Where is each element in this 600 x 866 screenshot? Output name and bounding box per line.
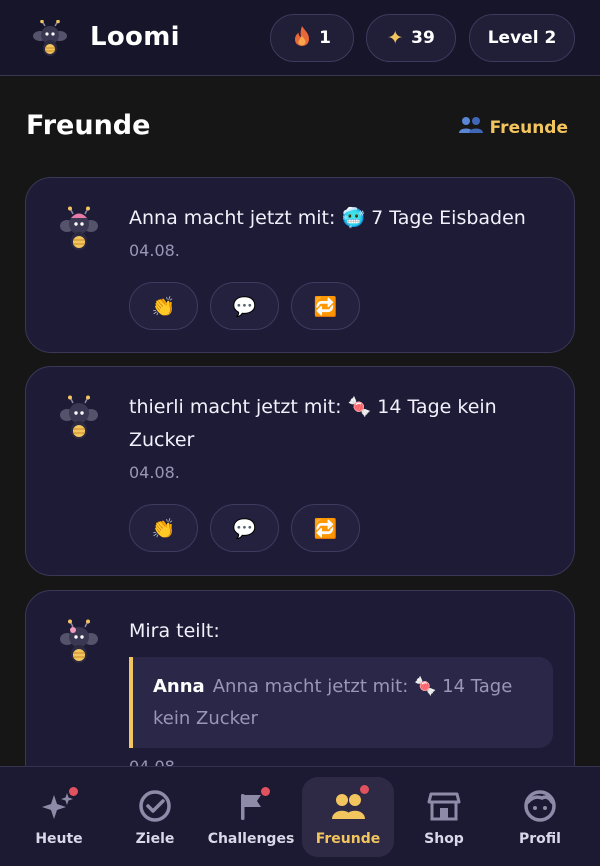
nav-item-ziele[interactable]: Ziele: [109, 777, 201, 857]
sparkle-icon: ✦: [387, 26, 404, 49]
sparkles-icon: [41, 787, 78, 823]
top-bar: Loomi 1 ✦ 39 Level 2: [0, 0, 600, 76]
friends-link-label: Freunde: [489, 117, 568, 138]
shared-quote[interactable]: Anna Anna macht jetzt mit: 🍬 14 Tage kein…: [129, 657, 553, 748]
level-label: Level 2: [487, 28, 557, 48]
streak-count: 1: [319, 28, 331, 48]
nav-label: Challenges: [207, 831, 295, 847]
flag-icon: [233, 787, 270, 823]
level-badge[interactable]: Level 2: [469, 14, 575, 62]
nav-label: Ziele: [135, 831, 175, 847]
reaction-bar: 👏 💬 🔁: [129, 282, 360, 330]
feed-date: 04.08.: [129, 241, 180, 260]
nav-label: Heute: [35, 831, 83, 847]
repost-button[interactable]: 🔁: [291, 504, 360, 552]
reaction-bar: 👏 💬 🔁: [129, 504, 360, 552]
streak-counter[interactable]: 1: [270, 14, 354, 62]
avatar: [60, 619, 98, 663]
sparks-count: 39: [411, 28, 435, 48]
avatar: [60, 395, 98, 439]
nav-item-freunde[interactable]: Freunde: [302, 777, 394, 857]
quote-text: Anna macht jetzt mit: 🍬 14 Tage kein Zuc…: [153, 676, 513, 729]
nav-item-challenges[interactable]: Challenges: [205, 777, 297, 857]
nav-item-profil[interactable]: Profil: [494, 777, 586, 857]
nav-label: Shop: [424, 831, 464, 847]
store-icon: [426, 789, 462, 823]
avatar: [60, 206, 98, 250]
feed-card: Anna macht jetzt mit: 🥶 7 Tage Eisbaden …: [25, 177, 575, 353]
face-icon: [522, 789, 558, 823]
nav-label: Profil: [519, 831, 561, 847]
bottom-nav: Heute Ziele Challenges Freunde Shop Prof…: [0, 766, 600, 866]
repost-button[interactable]: 🔁: [291, 282, 360, 330]
feed-text: Mira teilt:: [129, 620, 220, 642]
clap-button[interactable]: 👏: [129, 282, 198, 330]
comment-button[interactable]: 💬: [210, 282, 279, 330]
quote-author: Anna: [153, 676, 205, 697]
flame-icon: [293, 25, 311, 51]
loomi-logo-icon: [33, 20, 67, 56]
feed-text: Anna macht jetzt mit: 🥶 7 Tage Eisbaden: [129, 207, 526, 229]
nav-label: Freunde: [315, 831, 381, 847]
clap-button[interactable]: 👏: [129, 504, 198, 552]
people-icon: [458, 116, 484, 139]
feed-date: 04.08.: [129, 463, 180, 482]
friends-link[interactable]: Freunde: [458, 116, 568, 139]
comment-button[interactable]: 💬: [210, 504, 279, 552]
check-circle-icon: [137, 789, 173, 823]
sparks-counter[interactable]: ✦ 39: [366, 14, 456, 62]
feed-card: Mira teilt: Anna Anna macht jetzt mit: 🍬 …: [25, 590, 575, 790]
feed-text: thierli macht jetzt mit: 🍬 14 Tage kein …: [129, 396, 497, 451]
app-title: Loomi: [90, 22, 180, 52]
page-title: Freunde: [26, 110, 151, 141]
nav-item-heute[interactable]: Heute: [13, 777, 105, 857]
nav-item-shop[interactable]: Shop: [398, 777, 490, 857]
feed-card: thierli macht jetzt mit: 🍬 14 Tage kein …: [25, 366, 575, 576]
people-icon: [330, 785, 369, 823]
